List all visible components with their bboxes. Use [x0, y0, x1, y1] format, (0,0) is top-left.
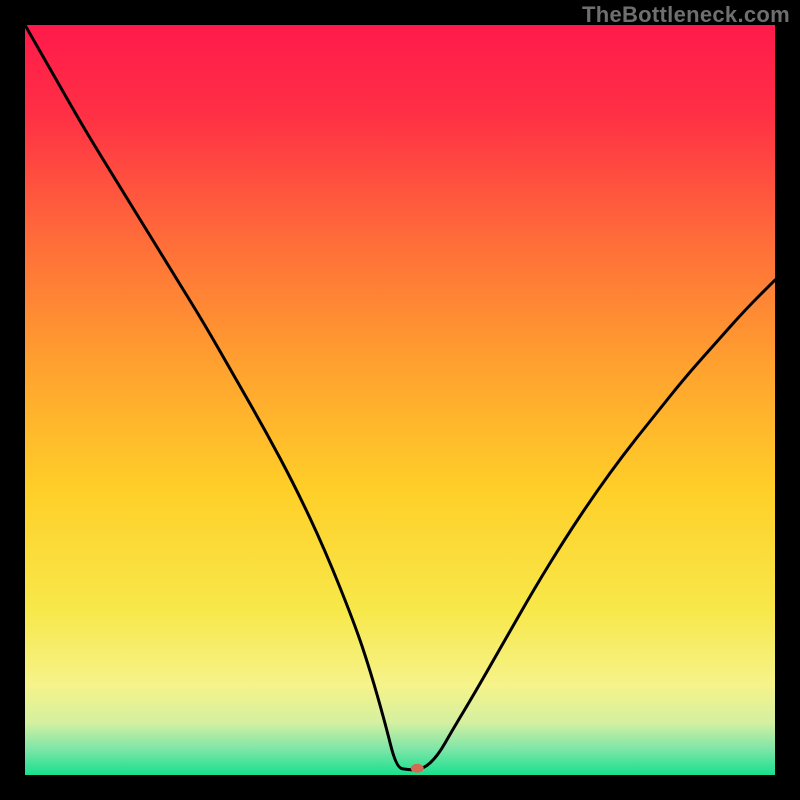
bottleneck-chart	[25, 25, 775, 775]
chart-canvas	[25, 25, 775, 775]
min-point-marker	[411, 764, 424, 773]
gradient-background	[25, 25, 775, 775]
watermark-text: TheBottleneck.com	[582, 2, 790, 28]
